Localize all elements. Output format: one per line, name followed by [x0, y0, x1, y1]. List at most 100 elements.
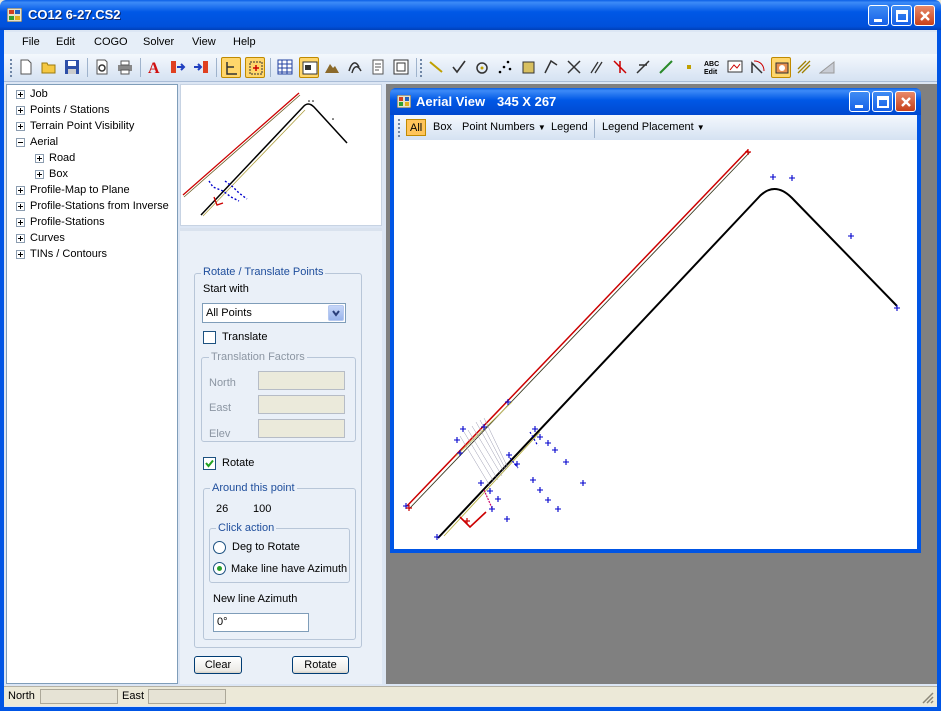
- toolbar-grip-2[interactable]: [420, 59, 422, 77]
- menu-file[interactable]: File: [22, 36, 40, 48]
- contour-button[interactable]: [345, 57, 365, 78]
- expand-icon[interactable]: [16, 106, 25, 115]
- menu-cogo[interactable]: COGO: [94, 36, 128, 48]
- offset-button[interactable]: [587, 57, 607, 78]
- print-preview-button[interactable]: [92, 57, 112, 78]
- minimize-button[interactable]: [868, 5, 889, 26]
- open-button[interactable]: [39, 57, 59, 78]
- perpendicular-button[interactable]: [610, 57, 630, 78]
- tree-view[interactable]: Job Points / Stations Terrain Point Visi…: [6, 84, 178, 684]
- rotate-button[interactable]: Rotate: [292, 656, 349, 674]
- clear-button[interactable]: Clear: [194, 656, 242, 674]
- legend-button[interactable]: Legend: [548, 119, 591, 136]
- zoom-extents-icon: [249, 61, 263, 75]
- abc-edit-icon: ABCEdit: [704, 61, 719, 75]
- import-button[interactable]: [168, 57, 188, 78]
- aerial-toolbar-grip[interactable]: [398, 119, 400, 137]
- new-button[interactable]: [16, 57, 36, 78]
- status-east-value: [148, 689, 226, 704]
- save-button[interactable]: [62, 57, 82, 78]
- properties-button[interactable]: [391, 57, 411, 78]
- export-button[interactable]: [191, 57, 211, 78]
- angle-tool-button[interactable]: [541, 57, 561, 78]
- layer-button[interactable]: [221, 57, 241, 78]
- expand-icon[interactable]: [16, 202, 25, 211]
- point-numbers-button[interactable]: Point Numbers ▼: [459, 119, 549, 136]
- menu-solver[interactable]: Solver: [143, 36, 174, 48]
- close-button[interactable]: [914, 5, 935, 26]
- menu-edit[interactable]: Edit: [56, 36, 75, 48]
- intersect-button[interactable]: [564, 57, 584, 78]
- overview-map[interactable]: [180, 84, 382, 226]
- block-button[interactable]: [518, 57, 538, 78]
- aerial-view-title-bar[interactable]: Aerial View 345 X 267: [390, 88, 921, 115]
- make-line-azimuth-radio[interactable]: [213, 562, 226, 575]
- offset-icon: [590, 61, 603, 74]
- layer-tree-icon: [226, 62, 237, 75]
- point-tool-button[interactable]: [679, 57, 699, 78]
- all-button[interactable]: All: [406, 119, 427, 136]
- rotate-label: Rotate: [222, 457, 255, 469]
- line-tool-button[interactable]: [426, 57, 446, 78]
- group-title-translation-factors: Translation Factors: [209, 351, 307, 363]
- translate-checkbox[interactable]: [203, 331, 216, 344]
- text-tool-button[interactable]: A: [145, 57, 165, 78]
- legend-placement-button[interactable]: Legend Placement ▼: [599, 119, 708, 136]
- report-button[interactable]: [368, 57, 388, 78]
- resize-grip-icon[interactable]: [921, 691, 935, 705]
- menu-view[interactable]: View: [192, 36, 216, 48]
- abc-edit-button[interactable]: ABC Edit: [702, 57, 722, 78]
- elev-input[interactable]: [258, 419, 345, 438]
- expand-icon[interactable]: [16, 122, 25, 131]
- aerial-close-button[interactable]: [895, 91, 916, 112]
- curve-tool-button[interactable]: [472, 57, 492, 78]
- checkmark-icon: [205, 459, 214, 468]
- toolbar-grip[interactable]: [10, 59, 12, 77]
- expand-icon[interactable]: [16, 90, 25, 99]
- east-label: East: [209, 402, 232, 414]
- expand-icon[interactable]: [16, 218, 25, 227]
- close-icon: [901, 97, 911, 107]
- east-input[interactable]: [258, 395, 345, 414]
- measure-button[interactable]: [656, 57, 676, 78]
- zoom-extents-button[interactable]: [245, 57, 265, 78]
- north-input[interactable]: [258, 371, 345, 390]
- aerial-maximize-button[interactable]: [872, 91, 893, 112]
- svg-text:A: A: [148, 60, 160, 75]
- start-with-select[interactable]: All Points: [202, 303, 346, 323]
- expand-icon[interactable]: [35, 154, 44, 163]
- maximize-button[interactable]: [891, 5, 912, 26]
- save-icon: [65, 60, 79, 74]
- box-button[interactable]: Box: [430, 119, 455, 136]
- collapse-icon[interactable]: [16, 138, 25, 147]
- expand-icon[interactable]: [16, 186, 25, 195]
- aerial-view-canvas[interactable]: [394, 140, 917, 549]
- deg-to-rotate-radio[interactable]: [213, 541, 226, 554]
- expand-icon[interactable]: [16, 234, 25, 243]
- new-line-azimuth-input[interactable]: 0°: [213, 613, 309, 632]
- grid-icon: [277, 59, 293, 75]
- points-icon: [498, 60, 512, 74]
- dropdown-button[interactable]: [328, 305, 344, 321]
- points-button[interactable]: [495, 57, 515, 78]
- start-with-label: Start with: [203, 283, 249, 295]
- terrain-button[interactable]: [322, 57, 342, 78]
- slope-button[interactable]: [817, 57, 837, 78]
- menu-help[interactable]: Help: [233, 36, 256, 48]
- expand-icon[interactable]: [16, 250, 25, 259]
- extend-button[interactable]: [633, 57, 653, 78]
- expand-icon[interactable]: [35, 170, 44, 179]
- view-button[interactable]: [299, 57, 319, 78]
- curve-icon: [476, 62, 488, 74]
- arc-tool-button[interactable]: [748, 57, 768, 78]
- hatch-button[interactable]: [794, 57, 814, 78]
- aerial-view-title: Aerial View: [416, 94, 486, 109]
- photo-button[interactable]: [725, 57, 745, 78]
- aerial-tool-button[interactable]: [771, 57, 791, 78]
- elev-label: Elev: [209, 428, 231, 440]
- print-button[interactable]: [115, 57, 135, 78]
- check-line-button[interactable]: [449, 57, 469, 78]
- grid-button[interactable]: [275, 57, 295, 78]
- rotate-checkbox[interactable]: [203, 457, 216, 470]
- aerial-minimize-button[interactable]: [849, 91, 870, 112]
